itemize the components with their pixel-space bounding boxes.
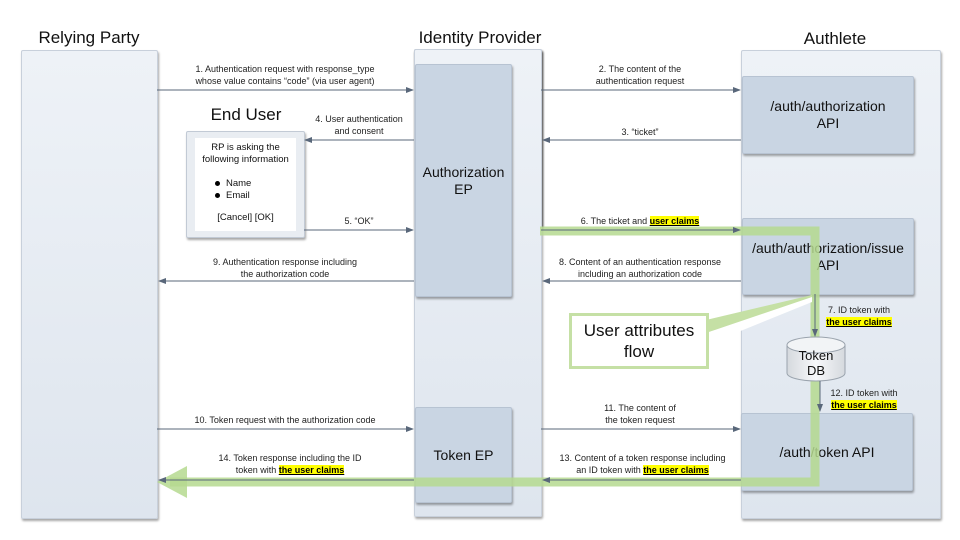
step-11-label: 11. The content of the token request — [604, 403, 676, 425]
token-db-label: Token DB — [798, 348, 834, 378]
callout-line-2: flow — [623, 342, 655, 361]
the-user-claims-highlight: the user claims — [831, 400, 897, 410]
callout-pointer — [706, 295, 812, 333]
user-attributes-flow-callout: User attributes flow — [569, 313, 709, 369]
the-user-claims-highlight: the user claims — [643, 465, 709, 475]
step-8-label: 8. Content of an authentication response… — [558, 257, 722, 279]
flow-arrow-head — [157, 466, 187, 498]
step-7-label: 7. ID token with the user claims — [826, 305, 892, 327]
callout-line-1: User attributes — [583, 321, 695, 340]
step-9-label: 9. Authentication response including the … — [212, 257, 358, 279]
step-2-label: 2. The content of the authentication requ… — [595, 64, 685, 86]
step-13-label: 13. Content of a token response includin… — [559, 453, 726, 475]
step-10-label: 10. Token request with the authorization… — [194, 415, 376, 425]
step-6-label: 6. The ticket and user claims — [580, 216, 700, 226]
the-user-claims-highlight: the user claims — [826, 317, 892, 327]
step-14-label: 14. Token response including the ID token… — [218, 453, 362, 475]
user-claims-highlight: user claims — [649, 216, 700, 226]
step-4-label: 4. User authentication and consent — [315, 114, 403, 136]
step-5-label: 5. “OK” — [344, 216, 374, 226]
step-12-label: 12. ID token with the user claims — [830, 388, 898, 410]
step-3-label: 3. “ticket” — [621, 127, 659, 137]
diagram-overlay — [157, 87, 846, 498]
the-user-claims-highlight: the user claims — [278, 465, 345, 475]
step-1-label: 1. Authentication request with response_… — [195, 64, 375, 86]
